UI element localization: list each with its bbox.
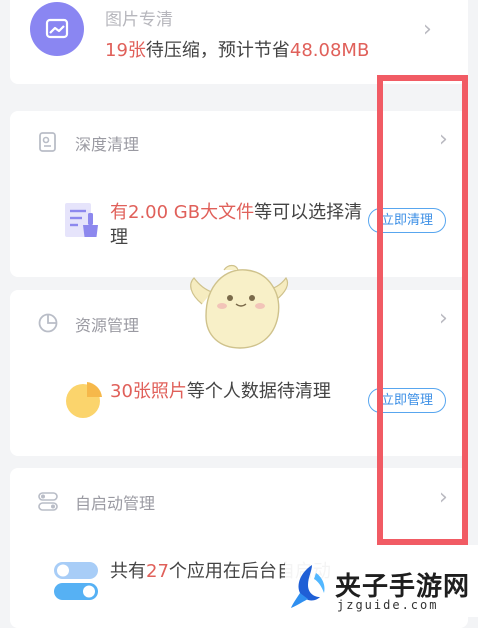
file-broom-icon bbox=[60, 197, 102, 243]
resource-management-title: 资源管理 bbox=[75, 316, 140, 335]
pie-chart-icon bbox=[37, 312, 59, 334]
photo-clean-card[interactable]: 图片专清 19张待压缩，预计节省48.08MB › bbox=[10, 0, 468, 84]
photo-clean-description: 19张待压缩，预计节省48.08MB bbox=[105, 36, 369, 62]
photo-count: 19张 bbox=[105, 40, 146, 61]
resource-text: 等个人数据待清理 bbox=[186, 381, 331, 402]
toggle-switches-icon bbox=[54, 562, 98, 602]
image-icon bbox=[30, 2, 84, 56]
chevron-right-icon[interactable]: › bbox=[439, 308, 448, 330]
photo-data-count: 30张照片 bbox=[110, 381, 187, 402]
resource-description: 30张照片等个人数据待清理 bbox=[110, 379, 365, 404]
photo-description-text: 待压缩，预计节省 bbox=[145, 40, 290, 61]
photo-clean-title: 图片专清 bbox=[105, 10, 173, 30]
deep-clean-card[interactable]: 深度清理 › 有2.00 GB大文件等可以选择清理 立即清理 bbox=[10, 111, 468, 277]
large-file-size: 有2.00 GB大文件 bbox=[110, 202, 255, 223]
photo-saving-size: 48.08MB bbox=[289, 40, 370, 61]
watermark-site-url: jzguide.com bbox=[337, 598, 439, 612]
deep-clean-icon bbox=[37, 131, 59, 153]
deep-clean-description: 有2.00 GB大文件等可以选择清理 bbox=[110, 200, 365, 250]
chevron-right-icon[interactable]: › bbox=[439, 129, 448, 151]
jzguide-logo-icon bbox=[290, 563, 328, 609]
deep-clean-title: 深度清理 bbox=[75, 135, 140, 154]
clean-now-button[interactable]: 立即清理 bbox=[368, 208, 446, 233]
autostart-prefix: 共有 bbox=[110, 561, 146, 582]
pie-chart-yellow-icon bbox=[64, 380, 104, 420]
autostart-app-count: 27 bbox=[146, 561, 169, 582]
manage-now-button[interactable]: 立即管理 bbox=[368, 388, 446, 413]
autostart-management-title: 自启动管理 bbox=[75, 494, 156, 513]
chevron-right-icon[interactable]: › bbox=[439, 487, 448, 509]
chevron-right-icon[interactable]: › bbox=[423, 19, 432, 41]
mascot-watermark bbox=[186, 264, 292, 352]
toggle-outline-icon bbox=[37, 490, 59, 512]
